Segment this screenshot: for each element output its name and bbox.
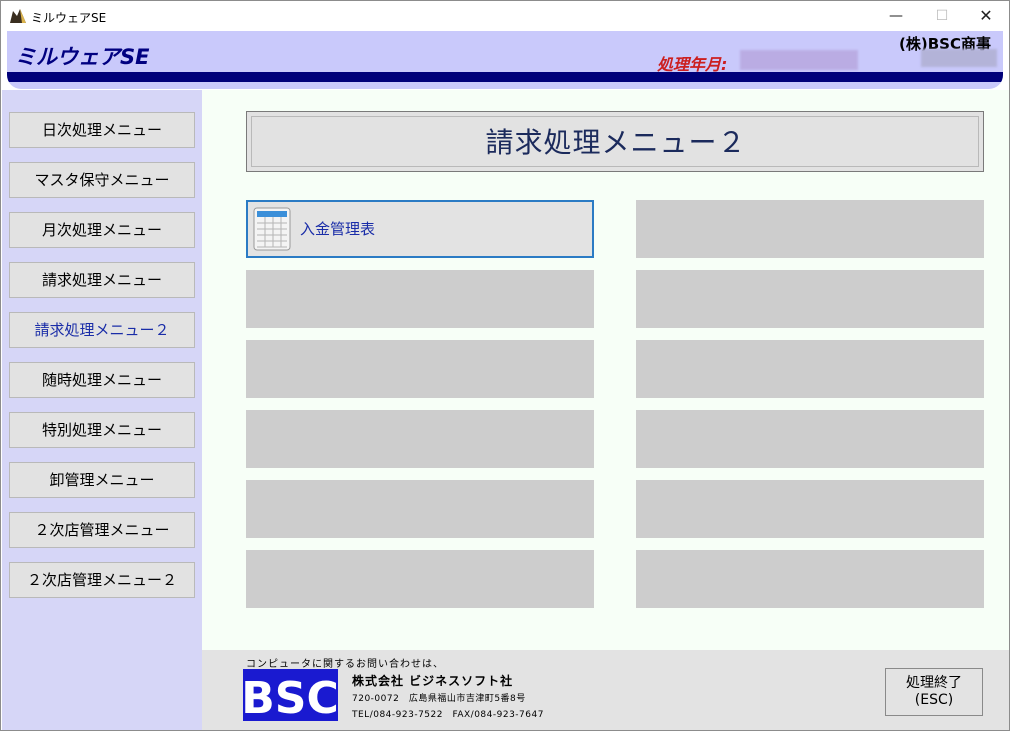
menu-slot-empty — [636, 410, 984, 468]
menu-title: 請求処理メニュー２ — [485, 126, 747, 159]
sidebar-item-billing-2[interactable]: 請求処理メニュー２ — [9, 312, 195, 348]
menu-slot-empty — [246, 480, 594, 538]
window-titlebar[interactable]: ミルウェアSE — ☐ ✕ — [1, 1, 1009, 31]
menu-slot-empty — [246, 270, 594, 328]
sidebar-item-special[interactable]: 特別処理メニュー — [9, 412, 195, 448]
sidebar-item-monthly[interactable]: 月次処理メニュー — [9, 212, 195, 248]
menu-slot-empty — [636, 340, 984, 398]
window-title: ミルウェアSE — [31, 11, 107, 25]
sidebar-item-adhoc[interactable]: 随時処理メニュー — [9, 362, 195, 398]
exit-button-key: (ESC) — [914, 692, 954, 708]
exit-button[interactable]: 処理終了 (ESC) — [885, 668, 983, 716]
sidebar-item-daily[interactable]: 日次処理メニュー — [9, 112, 195, 148]
menu-slot-empty — [246, 410, 594, 468]
svg-text:BSC: BSC — [243, 673, 338, 721]
bsc-logo: BSC — [243, 669, 338, 721]
sidebar-item-master-maintenance[interactable]: マスタ保守メニュー — [9, 162, 195, 198]
vendor-company-name: 株式会社 ビジネスソフト社 — [352, 674, 514, 688]
menu-slot-empty — [246, 340, 594, 398]
payment-management-button[interactable]: 入金管理表 — [246, 200, 594, 258]
spreadsheet-icon — [253, 207, 291, 251]
support-inquiry-text: コンピュータに関するお問い合わせは、 — [246, 659, 444, 670]
sidebar-item-billing[interactable]: 請求処理メニュー — [9, 262, 195, 298]
main-panel: 請求処理メニュー２ 入金管理表 — [202, 90, 1009, 650]
sidebar-item-wholesale[interactable]: 卸管理メニュー — [9, 462, 195, 498]
menu-slot-empty — [636, 200, 984, 258]
payment-management-label: 入金管理表 — [300, 220, 376, 238]
close-button[interactable]: ✕ — [963, 1, 1009, 31]
sidebar-item-secondary-store-2[interactable]: ２次店管理メニュー２ — [9, 562, 195, 598]
menu-title-box: 請求処理メニュー２ — [246, 111, 984, 172]
menu-slot-empty — [246, 550, 594, 608]
sidebar-item-secondary-store[interactable]: ２次店管理メニュー — [9, 512, 195, 548]
vendor-contact: TEL/084-923-7522 FAX/084-923-7647 — [352, 710, 544, 720]
application-window: ミルウェアSE — ☐ ✕ ミルウェアSE 処理年月: (株)BSC商事 日次処… — [0, 0, 1010, 731]
exit-button-label: 処理終了 — [906, 675, 962, 691]
header-accent-band — [7, 72, 1003, 82]
app-name: ミルウェアSE — [15, 45, 150, 69]
app-icon — [10, 9, 26, 23]
app-header: ミルウェアSE 処理年月: (株)BSC商事 — [7, 31, 1003, 89]
maximize-button[interactable]: ☐ — [919, 1, 965, 31]
menu-slot-empty — [636, 550, 984, 608]
menu-slot-empty — [636, 270, 984, 328]
menu-slot-empty — [636, 480, 984, 538]
vendor-address: 720-0072 広島県福山市吉津町5番8号 — [352, 694, 526, 704]
processing-period-value-redacted — [740, 50, 858, 70]
sidebar-menu: 日次処理メニュー マスタ保守メニュー 月次処理メニュー 請求処理メニュー 請求処… — [2, 90, 202, 730]
footer: コンピュータに関するお問い合わせは、 BSC 株式会社 ビジネスソフト社 720… — [202, 650, 1009, 730]
minimize-button[interactable]: — — [873, 1, 919, 31]
user-info-redacted — [921, 49, 997, 67]
